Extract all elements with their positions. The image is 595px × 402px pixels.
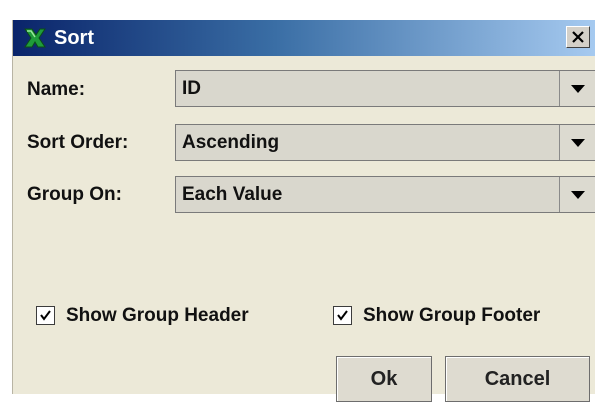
sort-order-value: Ascending [182,132,280,153]
show-group-footer-checkbox[interactable] [333,306,352,325]
checkmark-icon [40,310,51,321]
sort-dialog: Sort Name: ID Sort Order: Ascending Grou… [12,20,595,402]
ok-button[interactable]: Ok [336,356,432,402]
name-value: ID [182,78,201,99]
show-group-header-label: Show Group Header [66,305,249,326]
show-group-footer-label: Show Group Footer [363,305,541,326]
group-on-label: Group On: [27,184,122,205]
group-on-combo[interactable]: Each Value [175,176,595,213]
name-label: Name: [27,79,86,100]
group-on-dropdown-button[interactable] [559,177,595,212]
name-combo[interactable]: ID [175,70,595,107]
sort-app-icon [23,27,47,49]
sort-order-dropdown-button[interactable] [559,125,595,160]
title-bar[interactable]: Sort [13,20,595,56]
chevron-down-icon [571,139,585,147]
close-icon [572,31,584,43]
show-group-header-checkbox[interactable] [36,306,55,325]
dialog-title: Sort [54,27,94,49]
sort-order-label: Sort Order: [27,132,129,153]
group-on-value: Each Value [182,184,283,205]
chevron-down-icon [571,191,585,199]
close-button[interactable] [566,26,590,48]
name-dropdown-button[interactable] [559,71,595,106]
checkmark-icon [337,310,348,321]
cancel-button[interactable]: Cancel [445,356,590,402]
chevron-down-icon [571,85,585,93]
sort-order-combo[interactable]: Ascending [175,124,595,161]
